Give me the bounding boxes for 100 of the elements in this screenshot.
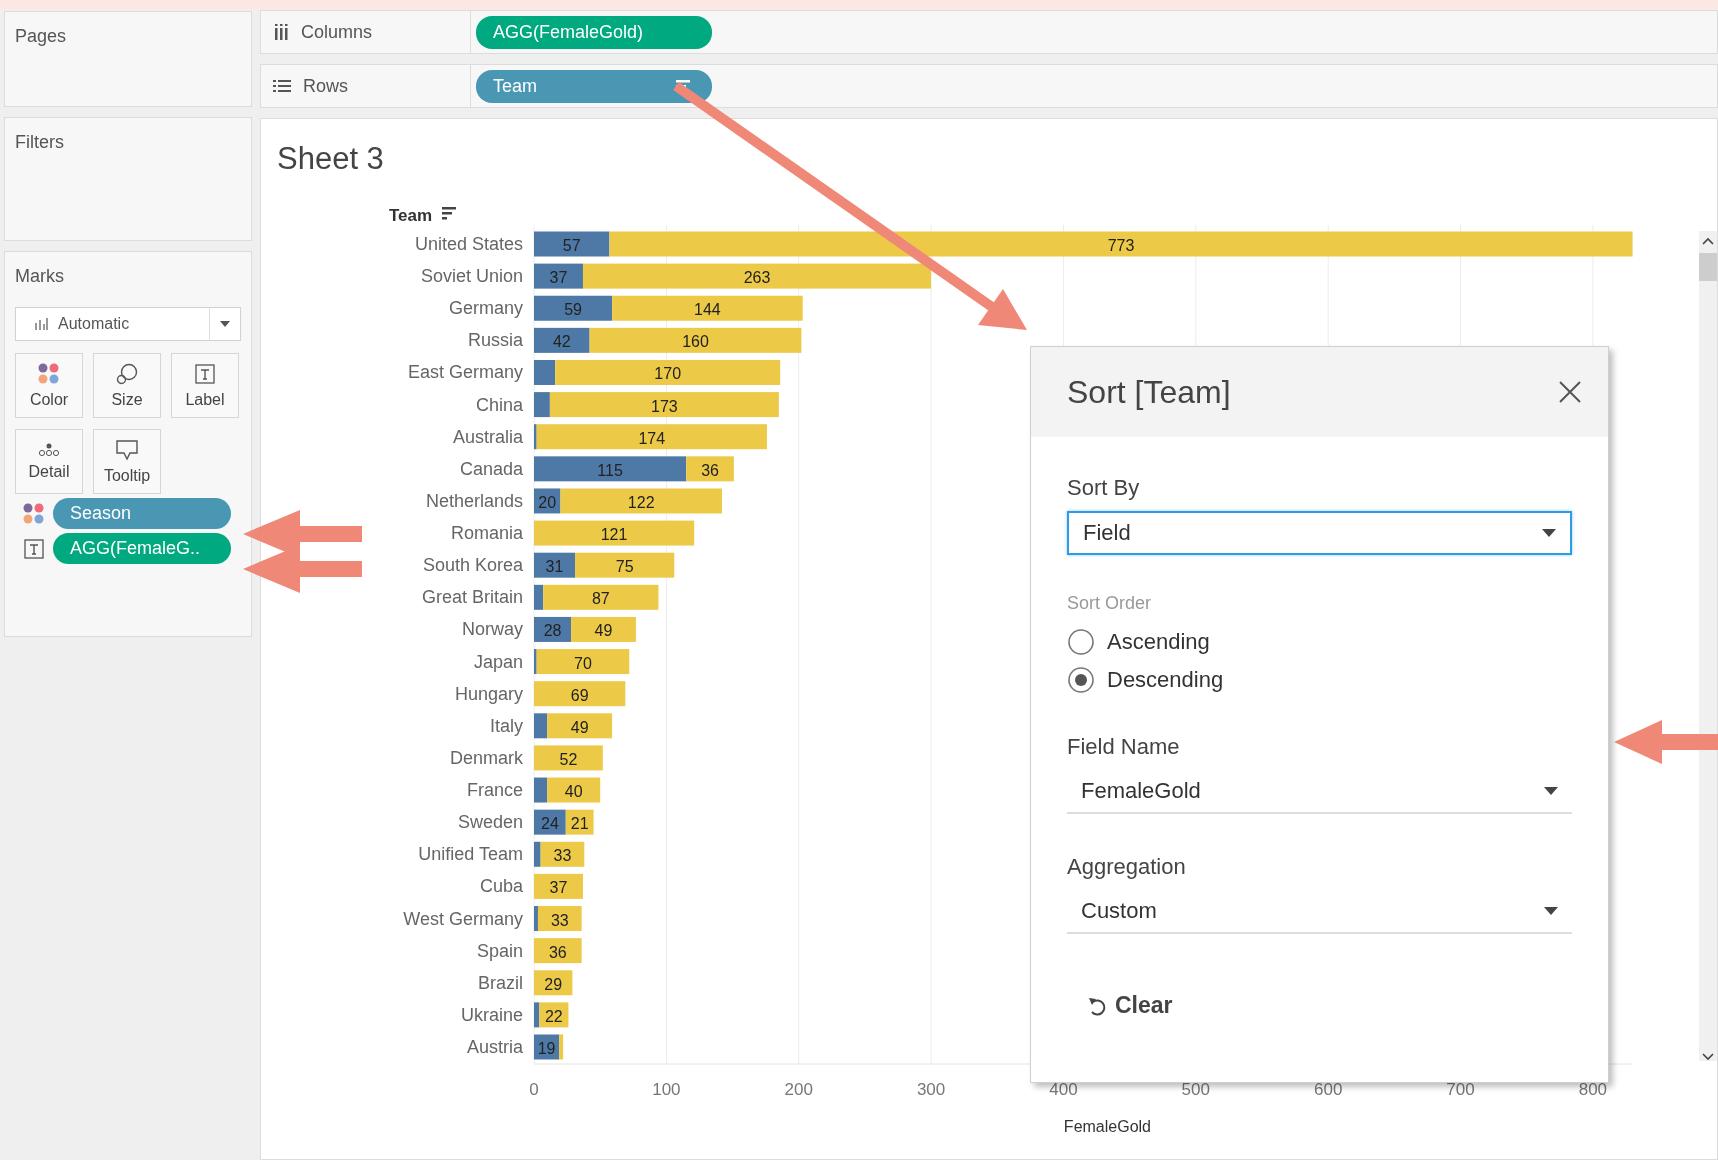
- category-label: Germany: [448, 298, 523, 319]
- close-icon[interactable]: [1558, 380, 1582, 404]
- caret-icon: [220, 321, 230, 327]
- category-label: Unified Team: [418, 844, 523, 865]
- caret-icon: [1544, 907, 1558, 915]
- category-label: Australia: [452, 426, 523, 447]
- field-label: Field Name: [1067, 734, 1181, 760]
- value-label: 52: [559, 750, 578, 768]
- marks-card-button[interactable]: Label: [171, 353, 239, 418]
- value-label: 33: [553, 847, 572, 865]
- color-dots-icon: [38, 362, 60, 385]
- field-label: Sort By: [1067, 475, 1141, 501]
- value-label: 160: [682, 333, 709, 351]
- category-label: Russia: [467, 330, 523, 351]
- aggregation-dropdown[interactable]: Custom: [1067, 890, 1572, 934]
- category-label: Hungary: [454, 683, 523, 704]
- dots-icon: [38, 442, 60, 457]
- category-label: China: [475, 394, 523, 415]
- value-label: 57: [562, 237, 581, 254]
- tick-label: 800: [1578, 1080, 1608, 1099]
- shelf-label: Columns: [301, 21, 373, 43]
- mark-type-dropdown[interactable]: Automatic: [15, 307, 241, 341]
- down-chevron-icon[interactable]: [1702, 1053, 1714, 1061]
- color-dots-icon: [23, 502, 45, 525]
- card-title: Pages: [15, 26, 68, 47]
- value-label: 28: [543, 622, 562, 640]
- radio-button[interactable]: [1067, 666, 1095, 694]
- value-label: 59: [564, 301, 582, 319]
- axis-title: FemaleGold: [1063, 1118, 1151, 1135]
- card-title: Filters: [15, 132, 65, 153]
- marks-card-button[interactable]: Tooltip: [93, 429, 161, 494]
- value-label: 174: [638, 429, 666, 447]
- category-label: France: [466, 780, 523, 801]
- bar: [534, 745, 603, 771]
- radio-option[interactable]: Descending: [1067, 666, 1572, 694]
- category-label: Canada: [459, 458, 523, 479]
- marks-card-button[interactable]: Size: [93, 353, 161, 418]
- caret-icon: [1542, 529, 1556, 537]
- bar: [534, 809, 566, 835]
- bar: [534, 970, 573, 996]
- scrollbar[interactable]: [1699, 231, 1717, 1061]
- card-title: Marks: [15, 266, 65, 287]
- text-box-icon: [23, 537, 45, 560]
- columns-icon: [273, 24, 289, 40]
- scrollbar-thumb[interactable]: [1699, 253, 1717, 281]
- radio-button[interactable]: [1067, 628, 1095, 656]
- category-label: Italy: [490, 715, 523, 736]
- caret-icon: [1544, 787, 1558, 795]
- value-label: 121: [600, 526, 628, 544]
- tick-label: 200: [784, 1080, 813, 1099]
- tick-label: 100: [652, 1080, 681, 1099]
- marks-card-button[interactable]: Color: [15, 353, 83, 418]
- value-label: 87: [591, 590, 610, 608]
- value-label: 170: [654, 365, 682, 383]
- category-label: United States: [414, 234, 523, 254]
- value-label: 263: [743, 269, 771, 287]
- value-label: 49: [594, 622, 613, 640]
- value-label: 24: [541, 815, 559, 833]
- value-label: 75: [615, 558, 634, 576]
- value-label: 122: [627, 493, 655, 511]
- value-label: 31: [545, 558, 564, 576]
- section-label: Sort Order: [1067, 593, 1153, 614]
- tick-label: 600: [1314, 1080, 1343, 1099]
- sort-by-dropdown[interactable]: Field: [1067, 511, 1572, 555]
- value-label: 70: [574, 654, 592, 672]
- marks-card-button[interactable]: Detail: [15, 429, 83, 494]
- radio-option[interactable]: Ascending: [1067, 628, 1572, 656]
- category-label: Ukraine: [460, 1004, 523, 1025]
- category-label: Soviet Union: [420, 266, 523, 287]
- category-label: Netherlands: [425, 490, 523, 511]
- value-label: 773: [1107, 237, 1135, 254]
- category-label: South Korea: [422, 555, 523, 576]
- bar: [565, 809, 594, 835]
- sheet-title: Sheet 3: [276, 140, 385, 178]
- bar-chart-icon: [34, 318, 48, 330]
- bar: [534, 938, 582, 964]
- category-label: Romania: [450, 523, 523, 544]
- category-label: Austria: [466, 1037, 523, 1057]
- row-header: Team: [389, 206, 433, 225]
- size-icon: [116, 362, 138, 385]
- value-label: 42: [552, 333, 571, 351]
- clear-button[interactable]: Clear: [1067, 992, 1173, 1019]
- category-label: West Germany: [403, 908, 523, 929]
- up-chevron-icon[interactable]: [1702, 237, 1714, 245]
- value-label: 36: [701, 461, 719, 479]
- sort-icon[interactable]: [442, 207, 456, 220]
- value-label: 49: [570, 718, 589, 736]
- value-label: 144: [694, 301, 721, 319]
- value-label: 20: [538, 493, 557, 511]
- category-label: Norway: [462, 619, 523, 640]
- tick-label: 500: [1181, 1080, 1210, 1099]
- category-label: Denmark: [449, 747, 523, 768]
- field-name-dropdown[interactable]: FemaleGold: [1067, 770, 1572, 814]
- speech-bubble-icon: [115, 438, 139, 461]
- value-label: 173: [651, 397, 678, 415]
- dialog-title: Sort [Team]: [1067, 373, 1231, 411]
- value-label: 21: [570, 815, 589, 833]
- rows-icon: [273, 79, 291, 93]
- value-label: 37: [549, 879, 568, 897]
- tick-label: 400: [1049, 1080, 1078, 1099]
